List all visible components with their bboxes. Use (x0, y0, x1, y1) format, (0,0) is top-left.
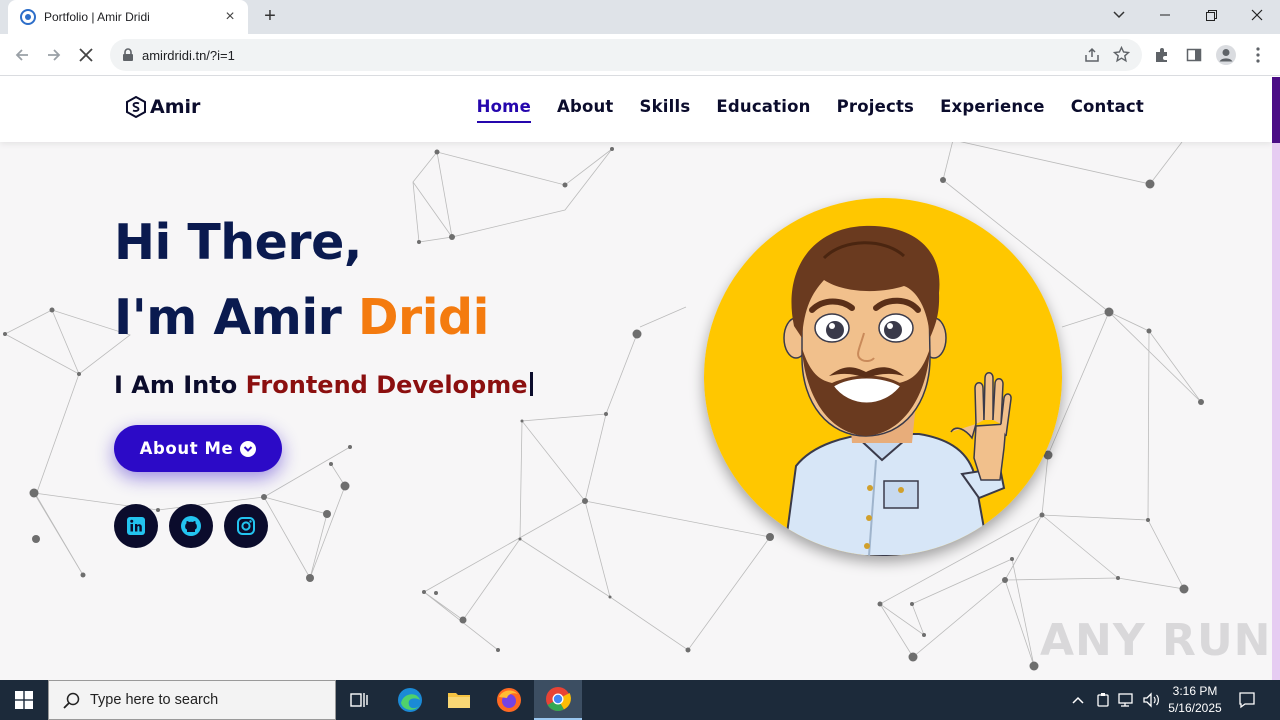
logo-icon (126, 96, 146, 118)
logo-text: Amir (150, 96, 201, 118)
hero-intro: I'm Amir Dridi (114, 289, 489, 346)
hero-name-accent: Dridi (357, 289, 490, 346)
device-icon (1097, 693, 1109, 707)
bitmoji-avatar-image (704, 198, 1062, 556)
share-button[interactable] (1084, 47, 1100, 68)
nav-education[interactable]: Education (716, 97, 810, 123)
main-nav: Home About Skills Education Projects Exp… (476, 97, 1144, 123)
menu-button[interactable] (1246, 43, 1270, 67)
more-vertical-icon (1256, 47, 1260, 63)
folder-icon (448, 693, 470, 708)
search-icon (63, 692, 80, 709)
nav-skills[interactable]: Skills (640, 97, 691, 123)
tab-search-button[interactable] (1096, 0, 1142, 30)
bookmark-button[interactable] (1112, 45, 1131, 68)
edge-icon (398, 688, 422, 712)
taskbar-search-input[interactable]: Type here to search (48, 680, 336, 720)
close-icon (1251, 9, 1263, 21)
firefox-icon (497, 688, 521, 712)
site-favicon-icon (20, 9, 36, 25)
tray-device-button[interactable] (1093, 690, 1113, 710)
tray-overflow-button[interactable] (1068, 690, 1088, 710)
new-tab-button[interactable]: + (260, 6, 280, 27)
minimize-icon (1160, 14, 1170, 16)
close-icon (79, 48, 93, 62)
instagram-button[interactable] (224, 504, 268, 548)
chevron-up-icon (1072, 696, 1084, 704)
speaker-icon (1143, 692, 1159, 708)
back-button[interactable] (10, 43, 34, 67)
avatar (704, 198, 1062, 556)
taskbar-edge[interactable] (386, 680, 434, 720)
network-icon (1118, 693, 1133, 707)
linkedin-icon (127, 517, 145, 535)
extensions-button[interactable] (1150, 43, 1174, 67)
avatar-icon (1216, 45, 1236, 65)
about-me-button[interactable]: About Me (114, 425, 282, 472)
typed-role-line: I Am Into Frontend Developme (114, 371, 533, 399)
tray-volume-button[interactable] (1141, 690, 1161, 710)
site-logo[interactable]: Amir (126, 96, 200, 118)
tab-close-icon[interactable]: × (222, 9, 238, 25)
tab-title: Portfolio | Amir Dridi (44, 10, 150, 24)
github-icon (181, 516, 201, 536)
star-icon (1112, 45, 1131, 63)
nav-projects[interactable]: Projects (837, 97, 915, 123)
linkedin-button[interactable] (114, 504, 158, 548)
chevron-down-icon (1113, 11, 1125, 19)
side-panel-button[interactable] (1182, 43, 1206, 67)
taskbar: Type here to search 3:16 PM 5/16/2025 (0, 680, 1280, 720)
nav-about[interactable]: About (557, 97, 614, 123)
github-button[interactable] (169, 504, 213, 548)
tab-strip: Portfolio | Amir Dridi × + (0, 0, 1280, 34)
clock-time: 3:16 PM (1172, 684, 1218, 698)
profile-button[interactable] (1214, 43, 1238, 67)
nav-contact[interactable]: Contact (1071, 97, 1144, 123)
taskbar-chrome[interactable] (534, 680, 582, 720)
browser-toolbar: amirdridi.tn/?i=1 (0, 34, 1280, 76)
taskbar-firefox[interactable] (485, 680, 533, 720)
puzzle-icon (1156, 48, 1167, 62)
search-placeholder: Type here to search (90, 692, 219, 708)
nav-home[interactable]: Home (476, 97, 531, 123)
taskbar-file-explorer[interactable] (435, 680, 483, 720)
notifications-button[interactable] (1237, 690, 1257, 710)
typing-caret (529, 372, 533, 396)
chrome-icon (546, 687, 571, 712)
restore-icon (1205, 9, 1217, 21)
share-icon (1085, 47, 1099, 62)
stop-loading-button[interactable] (74, 43, 98, 67)
typed-prefix: I Am Into (114, 371, 246, 399)
clock-date: 5/16/2025 (1168, 701, 1222, 715)
watermark: ANY RUN (1040, 615, 1272, 666)
chevron-down-circle-icon (240, 440, 257, 457)
instagram-icon (237, 517, 255, 535)
hero-greeting: Hi There, (114, 214, 362, 271)
address-bar[interactable]: amirdridi.tn/?i=1 (110, 39, 1142, 71)
lock-icon (123, 48, 133, 61)
nav-experience[interactable]: Experience (940, 97, 1045, 123)
arrow-right-icon (48, 49, 61, 61)
arrow-left-icon (15, 49, 28, 61)
close-window-button[interactable] (1234, 0, 1280, 30)
hero-intro-text: I'm Amir (114, 289, 358, 346)
start-button[interactable] (0, 680, 48, 720)
typed-role: Frontend Developme (245, 371, 528, 399)
restore-button[interactable] (1188, 0, 1234, 30)
url-text: amirdridi.tn/?i=1 (142, 47, 235, 63)
browser-tab[interactable]: Portfolio | Amir Dridi × (8, 0, 248, 34)
task-view-button[interactable] (336, 680, 384, 720)
task-view-icon (350, 693, 368, 707)
taskbar-clock[interactable]: 3:16 PM 5/16/2025 (1160, 683, 1230, 717)
tray-network-button[interactable] (1117, 690, 1137, 710)
about-me-label: About Me (139, 439, 234, 458)
side-panel-icon (1186, 48, 1202, 62)
web-page: Amir Home About Skills Education Project… (0, 77, 1280, 680)
page-scrollbar[interactable] (1272, 77, 1280, 680)
minimize-button[interactable] (1142, 0, 1188, 30)
forward-button[interactable] (42, 43, 66, 67)
notification-icon (1239, 692, 1255, 709)
windows-logo-icon (15, 691, 33, 709)
site-header: Amir Home About Skills Education Project… (0, 77, 1272, 142)
